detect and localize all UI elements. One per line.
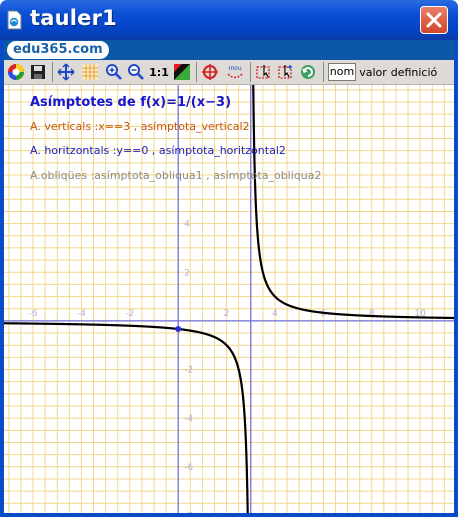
close-button[interactable]	[420, 6, 448, 34]
board-heading: Asímptotes de f(x)=1/(x−3)	[30, 95, 231, 110]
y-tick-label: 2	[184, 268, 190, 278]
y-tick-label: -2	[184, 366, 193, 376]
y-tick-label: -6	[184, 463, 193, 473]
selection-icon	[256, 65, 270, 79]
window-titlebar: tauler1	[0, 0, 458, 40]
foreground-color-icon	[174, 64, 190, 80]
marked-point[interactable]	[175, 325, 182, 332]
app-icon	[7, 10, 22, 30]
x-tick-label: 2	[224, 309, 230, 319]
select-add-button[interactable]	[276, 62, 296, 82]
refresh-button[interactable]	[298, 62, 318, 82]
toolbar-separator	[52, 62, 53, 82]
x-tick-label: 4	[272, 309, 278, 319]
selection-add-icon	[278, 65, 292, 79]
x-tick-label: 8	[369, 309, 375, 319]
oblique-asymptote-text: A.obliqües :asímptota_obliqua1 , asímpto…	[30, 169, 321, 182]
brand-logo[interactable]: edu365.com	[7, 41, 109, 59]
vertical-asymptote-text: A. verticals :x==3 , asímptota_vertical2	[30, 120, 250, 133]
window-border-right	[454, 40, 458, 517]
brand-bar: edu365.com	[4, 40, 454, 60]
move-mode-icon: mou	[227, 65, 243, 79]
zoom-in-button[interactable]	[104, 62, 124, 82]
scale-1-1-button[interactable]: 1:1	[148, 62, 170, 82]
window-title: tauler1	[30, 6, 117, 30]
move-mode-button[interactable]: mou	[224, 62, 246, 82]
horizontal-asymptote-text: A. horitzontals :y==0 , asímptota_horitz…	[30, 144, 286, 157]
svg-text:mou: mou	[228, 65, 242, 72]
y-tick-label: 4	[184, 220, 190, 230]
y-tick-label: -4	[184, 414, 193, 424]
graph-board[interactable]: -6-4-2246810-8-6-4-224 Asímptotes de f(x…	[4, 85, 454, 513]
show-name-button[interactable]: nom	[328, 63, 356, 81]
color-wheel-button[interactable]	[6, 62, 26, 82]
color-wheel-icon	[8, 64, 24, 80]
foreground-color-button[interactable]	[172, 62, 192, 82]
grid-icon	[82, 64, 98, 80]
axes-move-icon	[57, 63, 75, 81]
x-tick-label: -2	[125, 309, 134, 319]
move-axes-button[interactable]	[56, 62, 76, 82]
show-value-button[interactable]: valor	[358, 62, 388, 82]
toolbar-separator	[250, 62, 251, 82]
save-disk-icon	[31, 65, 45, 79]
zoom-in-icon	[106, 64, 122, 80]
x-tick-label: -6	[29, 309, 38, 319]
zoom-out-icon	[128, 64, 144, 80]
target-icon	[202, 64, 218, 80]
window-border-bottom	[0, 513, 458, 517]
select-button[interactable]	[254, 62, 274, 82]
toolbar: 1:1 mou nom valor definició	[4, 60, 454, 85]
toolbar-separator	[196, 62, 197, 82]
save-button[interactable]	[28, 62, 48, 82]
close-x-icon	[426, 12, 442, 28]
zoom-out-button[interactable]	[126, 62, 146, 82]
target-button[interactable]	[200, 62, 220, 82]
grid-button[interactable]	[80, 62, 100, 82]
x-tick-label: -4	[77, 309, 86, 319]
show-definition-button[interactable]: definició	[390, 62, 438, 82]
toolbar-separator	[323, 62, 324, 82]
refresh-icon	[301, 65, 315, 79]
